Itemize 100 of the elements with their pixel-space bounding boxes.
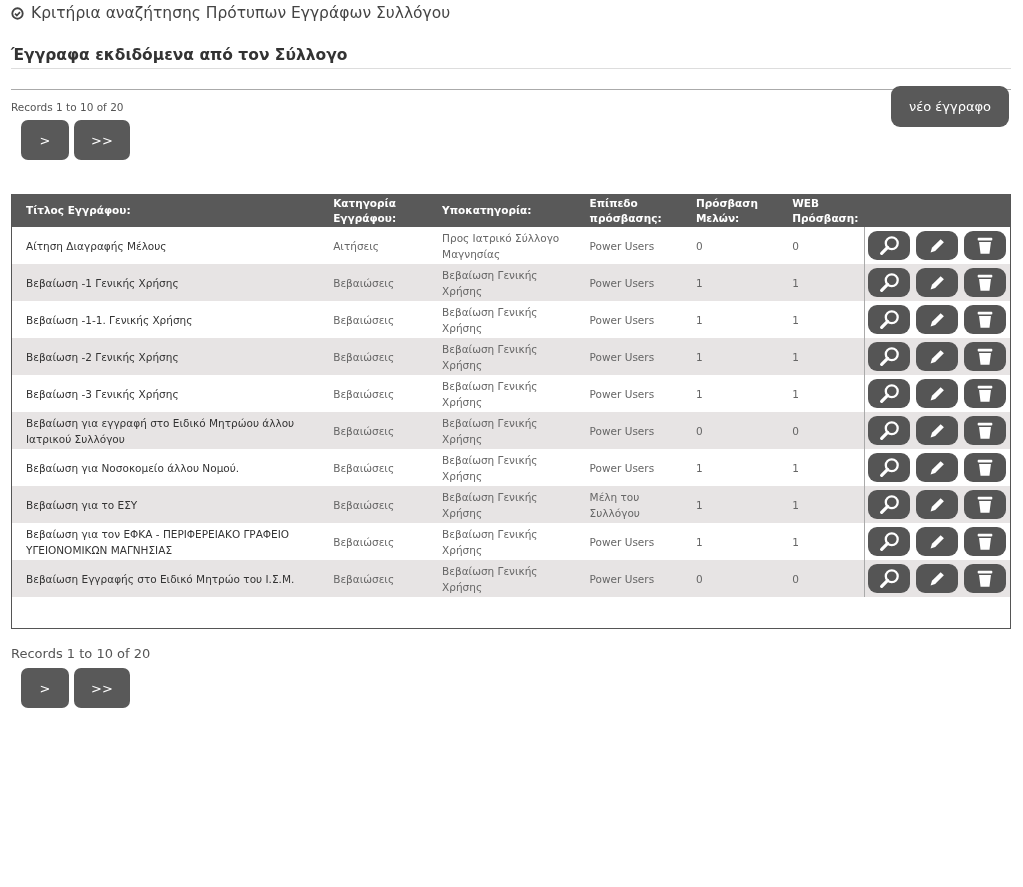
table-cell: 0 <box>792 239 799 252</box>
table-cell: Power Users <box>589 350 655 363</box>
table-cell: Βεβαίωση Γενικής Χρήσης <box>442 342 538 371</box>
magnifier-icon <box>877 345 900 368</box>
edit-button[interactable] <box>915 231 958 260</box>
column-header: Πρόσβαση Μελών: <box>689 194 787 227</box>
table-cell: Βεβαίωση για τον ΕΦΚΑ - ΠΕΡΙΦΕΡΕΙΑΚΟ ΓΡΑΦΕΙΟ ΥΓΕΙΟΝΟΜΙΚΩΝ ΜΑΓΝΗΣΙΑΣ <box>26 527 290 556</box>
table-cell: Βεβαίωση Γενικής Χρήσης <box>442 527 538 556</box>
view-button[interactable] <box>867 416 910 445</box>
view-button[interactable] <box>867 305 910 334</box>
records-summary: Records 1 to 10 of 20 <box>11 101 124 113</box>
table-cell: 1 <box>695 535 703 548</box>
table-cell: Power Users <box>589 424 655 437</box>
delete-button[interactable] <box>963 453 1006 482</box>
magnifier-icon <box>877 382 900 405</box>
table-cell: Βεβαιώσεις <box>333 498 395 511</box>
edit-button[interactable] <box>915 453 958 482</box>
edit-button[interactable] <box>915 342 958 371</box>
table-cell: Αιτήσεις <box>333 239 379 252</box>
table-cell: Βεβαίωση Γενικής Χρήσης <box>442 305 538 334</box>
delete-button[interactable] <box>963 305 1006 334</box>
table-cell: Βεβαίωση -1 Γενικής Χρήσης <box>26 276 179 289</box>
delete-button[interactable] <box>963 268 1006 297</box>
delete-button[interactable] <box>963 416 1006 445</box>
edit-button[interactable] <box>915 416 958 445</box>
magnifier-icon <box>877 493 900 516</box>
table-cell: Βεβαίωση Γενικής Χρήσης <box>442 453 538 482</box>
delete-button[interactable] <box>963 379 1006 408</box>
edit-button[interactable] <box>915 379 958 408</box>
magnifier-icon <box>877 567 900 590</box>
table-cell: Βεβαίωση Εγγραφής στο Ειδικό Μητρώο του Ι.Σ.Μ. <box>26 572 295 585</box>
table-cell: Βεβαίωση για εγγραφή στο Ειδικό Μητρώου άλλου Ιατρικού Συλλόγου <box>26 416 295 445</box>
section-title: Έγγραφα εκδιδόμενα από τον Σύλλογο <box>11 46 1011 69</box>
delete-button[interactable] <box>963 564 1006 593</box>
table-cell: Αίτηση Διαγραφής Μέλους <box>26 239 167 252</box>
table-cell: Βεβαίωση Γενικής Χρήσης <box>442 268 538 297</box>
table-cell: Βεβαιώσεις <box>333 461 395 474</box>
table-cell: Βεβαίωση για το ΕΣΥ <box>26 498 138 511</box>
search-criteria-toggle[interactable]: Κριτήρια αναζήτησης Πρότυπων Εγγράφων Συλλόγου <box>31 4 451 22</box>
table-cell: Power Users <box>589 535 655 548</box>
delete-button[interactable] <box>963 527 1006 556</box>
table-cell: 0 <box>695 572 703 585</box>
next-page-button[interactable]: > <box>21 120 69 160</box>
table-cell: Βεβαιώσεις <box>333 572 395 585</box>
table-cell: 1 <box>695 350 703 363</box>
view-button[interactable] <box>867 379 910 408</box>
table-cell: 0 <box>792 572 799 585</box>
delete-button[interactable] <box>963 231 1006 260</box>
magnifier-icon <box>877 530 900 553</box>
table-cell: 1 <box>792 535 799 548</box>
edit-button[interactable] <box>915 268 958 297</box>
table-cell: 1 <box>792 350 799 363</box>
view-button[interactable] <box>867 268 910 297</box>
table-cell: Βεβαιώσεις <box>333 350 395 363</box>
magnifier-icon <box>877 456 900 479</box>
view-button[interactable] <box>867 231 910 260</box>
table-cell: 1 <box>695 313 703 326</box>
column-header: Υποκατηγορία: <box>436 194 584 227</box>
table-cell: Βεβαίωση Γενικής Χρήσης <box>442 379 538 408</box>
next-page-button[interactable]: > <box>21 668 69 708</box>
column-header: Επίπεδο πρόσβασης: <box>583 194 690 227</box>
table-cell: 1 <box>792 276 799 289</box>
view-button[interactable] <box>867 564 910 593</box>
table-cell: 1 <box>792 387 799 400</box>
table-cell: Βεβαίωση -2 Γενικής Χρήσης <box>26 350 179 363</box>
table-cell: 1 <box>695 387 703 400</box>
table-cell: Μέλη του Συλλόγου <box>589 490 640 519</box>
last-page-button[interactable]: >> <box>74 668 130 708</box>
table-cell: Βεβαίωση -3 Γενικής Χρήσης <box>26 387 179 400</box>
table-cell: Βεβαίωση Γενικής Χρήσης <box>442 416 538 445</box>
edit-button[interactable] <box>915 564 958 593</box>
view-button[interactable] <box>867 342 910 371</box>
delete-button[interactable] <box>963 490 1006 519</box>
magnifier-icon <box>877 271 900 294</box>
table-cell: 0 <box>695 424 703 437</box>
table-cell: Βεβαίωση Γενικής Χρήσης <box>442 564 538 593</box>
table-cell: Προς Ιατρικό Σύλλογο Μαγνησίας <box>442 231 560 260</box>
new-document-button[interactable]: νέο έγγραφο <box>891 86 1009 127</box>
column-header: Τίτλος Εγγράφου: <box>12 194 328 227</box>
records-summary: Records 1 to 10 of 20 <box>11 646 151 661</box>
table-cell: 1 <box>792 461 799 474</box>
view-button[interactable] <box>867 490 910 519</box>
column-header: WEB Πρόσβαση: <box>786 194 865 227</box>
edit-button[interactable] <box>915 490 958 519</box>
table-cell: Power Users <box>589 387 655 400</box>
delete-button[interactable] <box>963 342 1006 371</box>
edit-button[interactable] <box>915 527 958 556</box>
table-cell: Power Users <box>589 572 655 585</box>
view-button[interactable] <box>867 527 910 556</box>
view-button[interactable] <box>867 453 910 482</box>
table-cell: Βεβαιώσεις <box>333 387 395 400</box>
table-cell: Βεβαιώσεις <box>333 313 395 326</box>
table-cell: 0 <box>695 239 703 252</box>
table-cell: Βεβαιώσεις <box>333 276 395 289</box>
table-cell: Power Users <box>589 461 655 474</box>
table-cell: Βεβαίωση για Νοσοκομείο άλλου Νομού. <box>26 461 240 474</box>
table-cell: Βεβαιώσεις <box>333 535 395 548</box>
edit-button[interactable] <box>915 305 958 334</box>
last-page-button[interactable]: >> <box>74 120 130 160</box>
table-cell: 1 <box>792 498 799 511</box>
